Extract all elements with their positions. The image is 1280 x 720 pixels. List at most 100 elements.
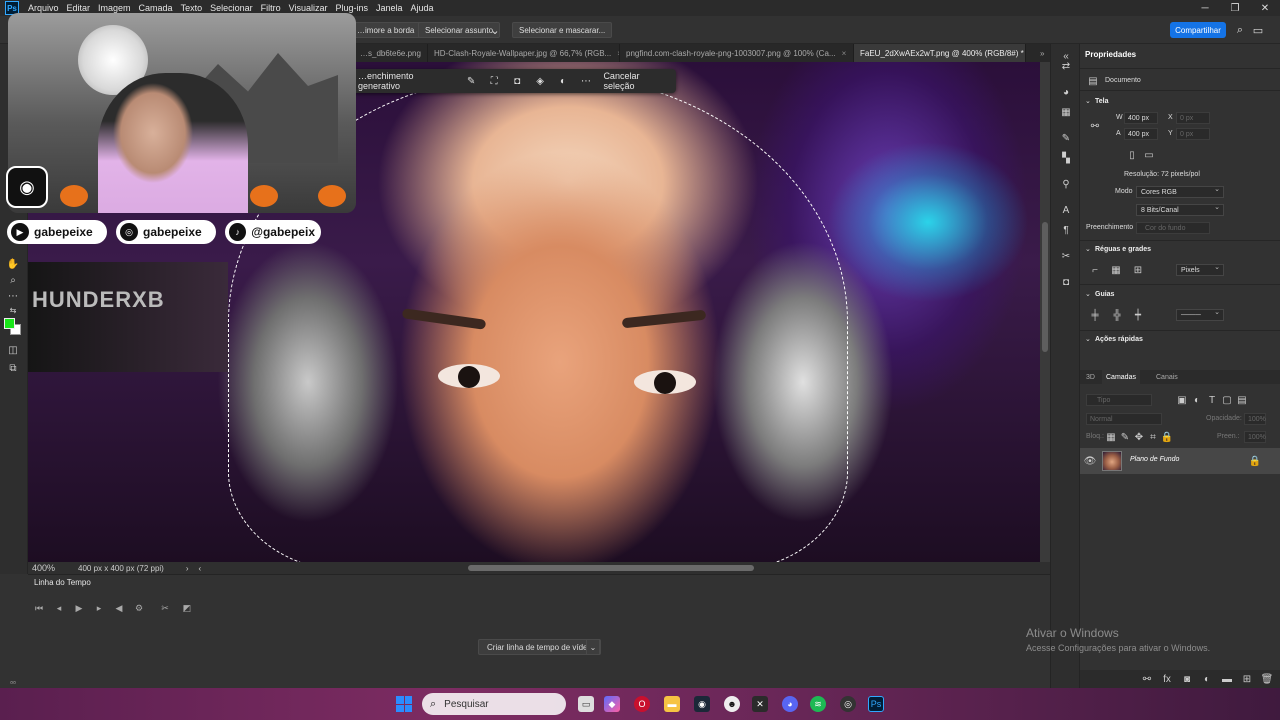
mode-select[interactable]: Cores RGB bbox=[1136, 185, 1224, 198]
color-icon[interactable]: ◕ bbox=[1058, 84, 1074, 100]
paragraph-icon[interactable]: ¶ bbox=[1058, 222, 1074, 238]
status-expand-icon[interactable]: › bbox=[186, 564, 189, 573]
trash-icon[interactable]: 🗑 bbox=[1260, 672, 1274, 686]
cancel-selection-button[interactable]: Cancelar seleção bbox=[597, 71, 676, 91]
menu-editar[interactable]: Editar bbox=[63, 3, 95, 13]
more-tabs-icon[interactable]: » bbox=[1034, 44, 1050, 62]
settings-gear-icon[interactable]: ⚙ bbox=[132, 601, 146, 615]
guide-style-select[interactable]: ──── bbox=[1176, 308, 1224, 321]
menu-filtro[interactable]: Filtro bbox=[257, 3, 285, 13]
fill-opacity-field[interactable]: 100% bbox=[1244, 431, 1266, 443]
hand-tool-icon[interactable]: ✋ bbox=[4, 256, 22, 272]
filter-smart-icon[interactable]: ▤ bbox=[1235, 393, 1249, 407]
mask-icon[interactable]: ◘ bbox=[506, 69, 529, 93]
layer-name[interactable]: Plano de Fundo bbox=[1130, 456, 1179, 463]
filter-pixel-icon[interactable]: ▣ bbox=[1175, 393, 1189, 407]
menu-arquivo[interactable]: Arquivo bbox=[24, 3, 63, 13]
windows-start-icon[interactable] bbox=[396, 696, 412, 712]
spotify-icon[interactable]: ≋ bbox=[810, 696, 826, 712]
new-layer-icon[interactable]: ⊞ bbox=[1240, 672, 1254, 686]
menu-camada[interactable]: Camada bbox=[135, 3, 177, 13]
smart-guides-icon[interactable]: ┿ bbox=[1131, 308, 1145, 322]
pixel-grid-icon[interactable]: ⊞ bbox=[1131, 263, 1145, 277]
zoom-level[interactable]: 400% bbox=[28, 563, 78, 573]
transform-icon[interactable]: ⛶ bbox=[483, 69, 506, 93]
close-icon[interactable]: ✕ bbox=[1250, 0, 1280, 16]
tab-document-1[interactable]: …s_db6te6e.png× bbox=[354, 44, 428, 62]
menu-janela[interactable]: Janela bbox=[372, 3, 407, 13]
chevron-down-icon[interactable]: ⌄ bbox=[487, 22, 503, 38]
adjust-icon[interactable]: ◐ bbox=[552, 69, 575, 93]
vertical-scrollbar[interactable] bbox=[1042, 222, 1048, 352]
refine-edge-button[interactable]: …imore a borda bbox=[350, 22, 422, 38]
tools-presets-icon[interactable]: ✂ bbox=[1058, 248, 1074, 264]
layer-row[interactable]: 👁 Plano de Fundo 🔒 bbox=[1080, 448, 1280, 474]
brush-icon[interactable]: ✎ bbox=[460, 69, 483, 93]
share-button[interactable]: Compartilhar bbox=[1170, 22, 1226, 38]
menu-ajuda[interactable]: Ajuda bbox=[407, 3, 438, 13]
eye-visibility-icon[interactable]: 👁 bbox=[1083, 454, 1097, 468]
restore-icon[interactable]: ❐ bbox=[1220, 0, 1250, 16]
capcut-icon[interactable]: ✕ bbox=[752, 696, 768, 712]
y-field[interactable]: 0 px bbox=[1176, 128, 1210, 140]
steam-icon[interactable]: ◉ bbox=[694, 696, 710, 712]
lock-position-icon[interactable]: ✥ bbox=[1132, 430, 1146, 444]
menu-visualizar[interactable]: Visualizar bbox=[285, 3, 332, 13]
chevron-down-icon[interactable]: ⌄ bbox=[586, 639, 600, 655]
scroll-left-icon[interactable]: ‹ bbox=[199, 564, 202, 573]
menu-imagem[interactable]: Imagem bbox=[94, 3, 135, 13]
fill-icon[interactable]: ◈ bbox=[529, 69, 552, 93]
transition-icon[interactable]: ◩ bbox=[180, 601, 194, 615]
select-and-mask-button[interactable]: Selecionar e mascarar... bbox=[512, 22, 613, 38]
height-field[interactable]: 400 px bbox=[1124, 128, 1158, 140]
filter-type-icon[interactable]: T bbox=[1205, 393, 1219, 407]
fill-color-field[interactable]: Cor do fundo bbox=[1136, 222, 1210, 234]
previous-frame-icon[interactable]: ◂ bbox=[52, 601, 66, 615]
lock-artboard-icon[interactable]: ⌗ bbox=[1146, 430, 1160, 444]
portrait-icon[interactable]: ▯ bbox=[1125, 148, 1139, 162]
x-field[interactable]: 0 px bbox=[1176, 112, 1210, 124]
chevron-down-icon[interactable]: ⌄ bbox=[1085, 97, 1091, 105]
layer-search-field[interactable]: Tipo bbox=[1086, 394, 1152, 406]
link-layers-icon[interactable]: ⚯ bbox=[1140, 672, 1154, 686]
tab-channels[interactable]: Canais bbox=[1152, 370, 1182, 384]
close-icon[interactable]: × bbox=[842, 49, 847, 58]
more-options-icon[interactable]: ⋯ bbox=[574, 69, 597, 93]
layer-style-icon[interactable]: fx bbox=[1160, 672, 1174, 686]
next-frame-icon[interactable]: ▸ bbox=[92, 601, 106, 615]
width-field[interactable]: 400 px bbox=[1124, 112, 1158, 124]
filter-shape-icon[interactable]: ▢ bbox=[1220, 393, 1234, 407]
tab-3d[interactable]: 3D bbox=[1082, 370, 1099, 384]
task-view-icon[interactable]: ▭ bbox=[578, 696, 594, 712]
blend-mode-select[interactable]: Normal bbox=[1086, 413, 1162, 425]
clone-source-icon[interactable]: ⚲ bbox=[1058, 176, 1074, 192]
adjustment-layer-icon[interactable]: ◐ bbox=[1200, 672, 1214, 686]
horizontal-scrollbar[interactable] bbox=[468, 565, 754, 571]
go-to-first-frame-icon[interactable]: ⏮ bbox=[32, 601, 46, 615]
menu-selecionar[interactable]: Selecionar bbox=[206, 3, 257, 13]
audio-icon[interactable]: ◀ bbox=[112, 601, 126, 615]
minimize-icon[interactable]: ─ bbox=[1190, 0, 1220, 16]
add-mask-icon[interactable]: ◙ bbox=[1180, 672, 1194, 686]
link-icon[interactable]: ⚯ bbox=[1088, 119, 1102, 133]
zoom-tool-icon[interactable]: ⌕ bbox=[4, 272, 22, 288]
filter-adjustment-icon[interactable]: ◐ bbox=[1190, 393, 1204, 407]
styles-icon[interactable]: ◘ bbox=[1058, 274, 1074, 290]
guide-icon[interactable]: ╪ bbox=[1088, 308, 1102, 322]
play-icon[interactable]: ▶ bbox=[72, 601, 86, 615]
foreground-color-swatch[interactable] bbox=[4, 318, 15, 329]
lock-all-icon[interactable]: 🔒 bbox=[1160, 430, 1174, 444]
brush-settings-icon[interactable]: ✎ bbox=[1058, 130, 1074, 146]
discord-icon[interactable]: ◕ bbox=[782, 696, 798, 712]
file-explorer-icon[interactable]: ▬ bbox=[664, 696, 680, 712]
generative-fill-button[interactable]: …enchimento generativo bbox=[352, 71, 460, 91]
create-video-timeline-button[interactable]: Criar linha de tempo de vídeo bbox=[478, 639, 601, 655]
menu-plugins[interactable]: Plug-ins bbox=[331, 3, 372, 13]
chevron-down-icon[interactable]: ⌄ bbox=[1085, 245, 1091, 253]
tab-document-2[interactable]: HD-Clash-Royale-Wallpaper.jpg @ 66,7% (R… bbox=[428, 44, 620, 62]
landscape-icon[interactable]: ▭ bbox=[1142, 148, 1156, 162]
chevron-down-icon[interactable]: ⌄ bbox=[1085, 335, 1091, 343]
ruler-icon[interactable]: ⌐ bbox=[1088, 263, 1102, 277]
swatches-icon[interactable]: ▦ bbox=[1058, 104, 1074, 120]
menu-texto[interactable]: Texto bbox=[177, 3, 207, 13]
